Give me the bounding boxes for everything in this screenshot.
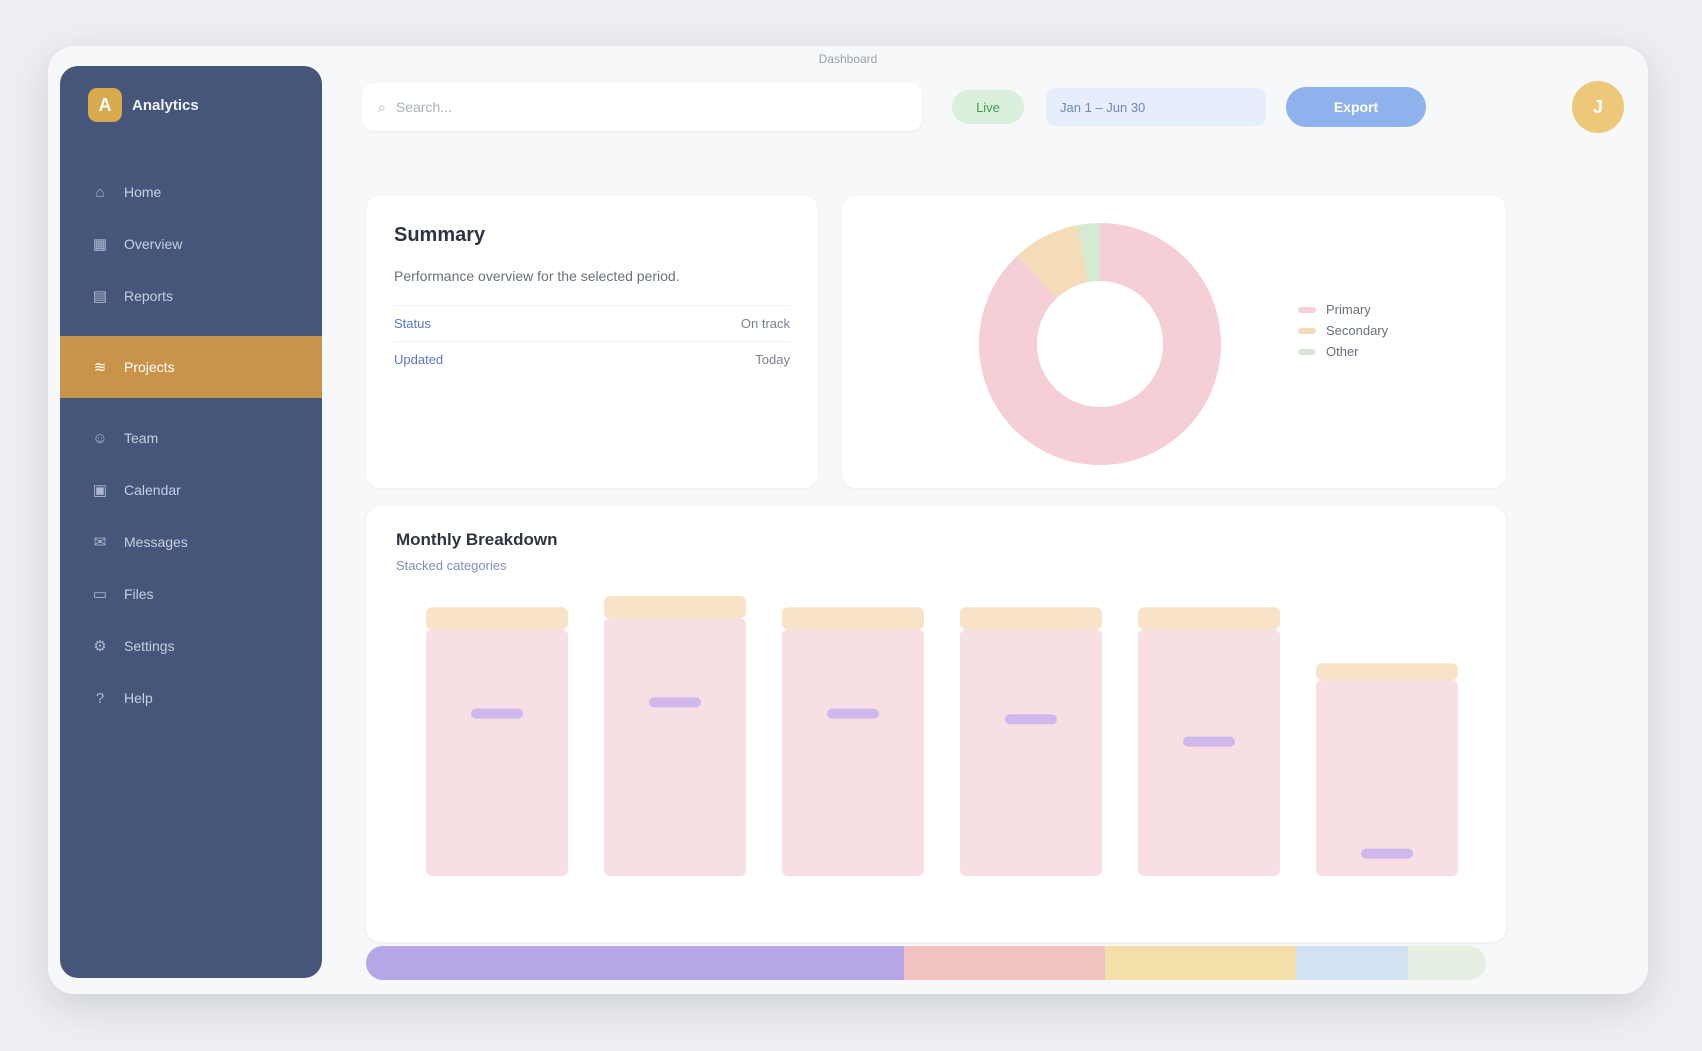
summary-row: Status On track	[394, 305, 790, 341]
export-button[interactable]: Export	[1286, 87, 1426, 127]
legend-label: Other	[1326, 344, 1359, 359]
help-icon: ?	[95, 689, 105, 707]
search-icon: ⌕	[378, 98, 386, 115]
summary-row-key: Status	[394, 316, 431, 331]
bar-segment[interactable]	[604, 618, 746, 876]
bar-marker	[471, 708, 523, 719]
bar-segment[interactable]	[1316, 663, 1458, 680]
donut-legend: Primary Secondary Other	[1298, 296, 1468, 365]
summary-row-value: On track	[740, 316, 790, 331]
sidebar-item-projects[interactable]: ≋ Projects	[60, 336, 322, 398]
strip-segment	[1295, 946, 1408, 980]
donut-card: Primary Secondary Other	[842, 196, 1506, 488]
bar-segment[interactable]	[960, 607, 1102, 630]
bar-segment[interactable]	[1138, 629, 1280, 876]
sidebar-item-messages[interactable]: ✉ Messages	[60, 516, 322, 568]
sidebar-item-overview[interactable]: ▦ Overview	[60, 218, 322, 270]
sidebar-item-label: Home	[124, 184, 162, 200]
donut-slice[interactable]	[1017, 225, 1090, 299]
summary-description: Performance overview for the selected pe…	[394, 268, 680, 284]
summary-row: Updated Today	[394, 341, 790, 377]
legend-label: Secondary	[1326, 323, 1389, 338]
search-input[interactable]: Search...	[396, 99, 452, 115]
chart-icon: ▤	[92, 288, 108, 305]
strip-segment	[1407, 946, 1486, 980]
bar-segment[interactable]	[782, 607, 924, 630]
sidebar-item-team[interactable]: ☺ Team	[60, 412, 322, 464]
bar-segment[interactable]	[426, 607, 568, 630]
brand-name: Analytics	[132, 96, 199, 114]
bar-marker	[827, 708, 879, 719]
folder-icon: ▭	[92, 586, 108, 603]
brand[interactable]: A Analytics	[60, 88, 322, 122]
bar-marker	[1183, 736, 1235, 747]
summary-row-key: Updated	[394, 352, 444, 367]
summary-rows: Status On track Updated Today	[394, 305, 790, 377]
sidebar: A Analytics ⌂ Home ▦ Overview ▤ Reports ≋ Proje…	[60, 66, 322, 978]
legend-label: Primary	[1326, 302, 1371, 317]
legend-item: Primary	[1298, 302, 1468, 317]
legend-item: Other	[1298, 344, 1468, 359]
sidebar-item-settings[interactable]: ⚙ Settings	[60, 620, 322, 672]
bar-chart	[426, 596, 1458, 876]
sidebar-item-label: Reports	[124, 288, 174, 304]
gear-icon: ⚙	[93, 638, 107, 655]
strip-segment	[903, 946, 1106, 980]
bar-segment[interactable]	[1316, 680, 1458, 876]
bar-marker	[649, 697, 701, 708]
status-badge: Live	[952, 90, 1024, 124]
sidebar-item-calendar[interactable]: ▣ Calendar	[60, 464, 322, 516]
summary-card: Summary Performance overview for the sel…	[366, 196, 818, 488]
sidebar-item-label: Overview	[124, 236, 183, 252]
sidebar-item-help[interactable]: ? Help	[60, 672, 322, 724]
bar-chart-card: Monthly Breakdown Stacked categories	[366, 506, 1506, 942]
search-box[interactable]: ⌕ Search...	[362, 83, 922, 131]
sidebar-item-label: Projects	[124, 359, 175, 375]
donut-slice[interactable]	[1077, 223, 1101, 283]
topbar: ⌕ Search... Live Jan 1 – Jun 30 Export J	[338, 46, 1648, 168]
avatar[interactable]: J	[1572, 81, 1624, 133]
sidebar-item-label: Files	[124, 586, 154, 602]
users-icon: ☺	[92, 429, 108, 447]
bar-chart-title: Monthly Breakdown	[396, 530, 558, 549]
app-window: Dashboard A Analytics ⌂ Home ▦ Overview ▤ Rep…	[48, 46, 1648, 994]
sidebar-item-label: Settings	[124, 638, 175, 654]
bar-segment[interactable]	[960, 629, 1102, 876]
legend-item: Secondary	[1298, 323, 1468, 338]
summary-row-value: Today	[755, 352, 790, 367]
sidebar-item-reports[interactable]: ▤ Reports	[60, 270, 322, 322]
date-range-picker[interactable]: Jan 1 – Jun 30	[1046, 88, 1266, 126]
donut-chart	[979, 223, 1221, 465]
home-icon: ⌂	[95, 183, 105, 201]
sidebar-item-label: Team	[124, 430, 159, 446]
bar-segment[interactable]	[1138, 607, 1280, 630]
sidebar-item-label: Help	[124, 690, 153, 706]
bar-marker	[1361, 848, 1413, 859]
sidebar-item-files[interactable]: ▭ Files	[60, 568, 322, 620]
sidebar-item-label: Messages	[124, 534, 188, 550]
bar-segment[interactable]	[426, 629, 568, 876]
bar-segment[interactable]	[782, 629, 924, 876]
mail-icon: ✉	[93, 534, 107, 551]
sidebar-nav: ⌂ Home ▦ Overview ▤ Reports ≋ Projects ☺ Team ▣ Cal…	[60, 166, 322, 724]
logo-icon: A	[88, 88, 122, 122]
calendar-icon: ▣	[92, 482, 108, 499]
strip-segment	[1105, 946, 1296, 980]
summary-title: Summary	[394, 224, 486, 246]
layers-icon: ≋	[93, 359, 107, 376]
bar-segment[interactable]	[604, 596, 746, 619]
legend-swatch	[1298, 306, 1316, 313]
strip-segment	[366, 946, 904, 980]
sidebar-item-label: Calendar	[124, 482, 181, 498]
bar-marker	[1005, 714, 1057, 725]
legend-swatch	[1298, 327, 1316, 334]
grid-icon: ▦	[92, 236, 108, 253]
sidebar-item-home[interactable]: ⌂ Home	[60, 166, 322, 218]
bar-chart-subtitle: Stacked categories	[396, 558, 507, 573]
distribution-strip	[366, 946, 1486, 980]
legend-swatch	[1298, 348, 1316, 355]
